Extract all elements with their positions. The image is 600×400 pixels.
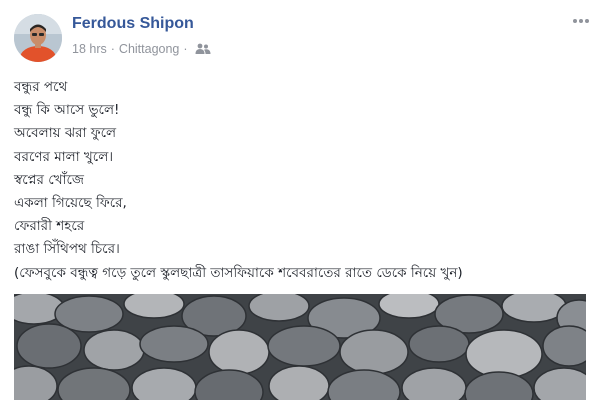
post-meta: 18 hrs · Chittagong · [72, 42, 211, 56]
post-text-line: একলা গিয়েছে ফিরে, [14, 194, 127, 211]
post-text-line: বন্ধুর পথে [14, 79, 68, 95]
author-name-link[interactable]: Ferdous Shipon [72, 15, 194, 33]
more-options-icon[interactable] [572, 12, 590, 30]
post-text-line: (ফেসবুকে বন্ধুত্ব গড়ে তুলে স্কুলছাত্রী … [14, 264, 463, 281]
post-text-line: রাঙা সিঁথিপথ চিরে। [14, 241, 120, 258]
post-text-line: বরণের মালা খুলে। [14, 148, 114, 165]
profile-photo [14, 14, 62, 62]
post-text-line: বন্ধু কি আসে ভুলে! [14, 102, 120, 119]
friends-icon[interactable] [195, 43, 211, 55]
post-time-link[interactable]: 18 hrs [72, 42, 107, 56]
location-link[interactable]: Chittagong [119, 42, 179, 56]
post-photo[interactable] [14, 294, 586, 400]
meta-separator: · [110, 42, 115, 56]
post-text: বন্ধুর পথে বন্ধু কি আসে ভুলে! অবেলায় ঝর… [14, 76, 463, 285]
avatar[interactable] [14, 14, 62, 62]
post-text-line: ফেরারী শহরে [14, 218, 85, 235]
facebook-post: Ferdous Shipon 18 hrs · Chittagong · বন্… [0, 0, 600, 400]
post-text-line: অবেলায় ঝরা ফুলে [14, 125, 117, 142]
post-text-line: স্বপ্নের খোঁজে [14, 171, 85, 188]
stones-image [14, 294, 586, 400]
meta-separator-2: · [183, 42, 188, 56]
